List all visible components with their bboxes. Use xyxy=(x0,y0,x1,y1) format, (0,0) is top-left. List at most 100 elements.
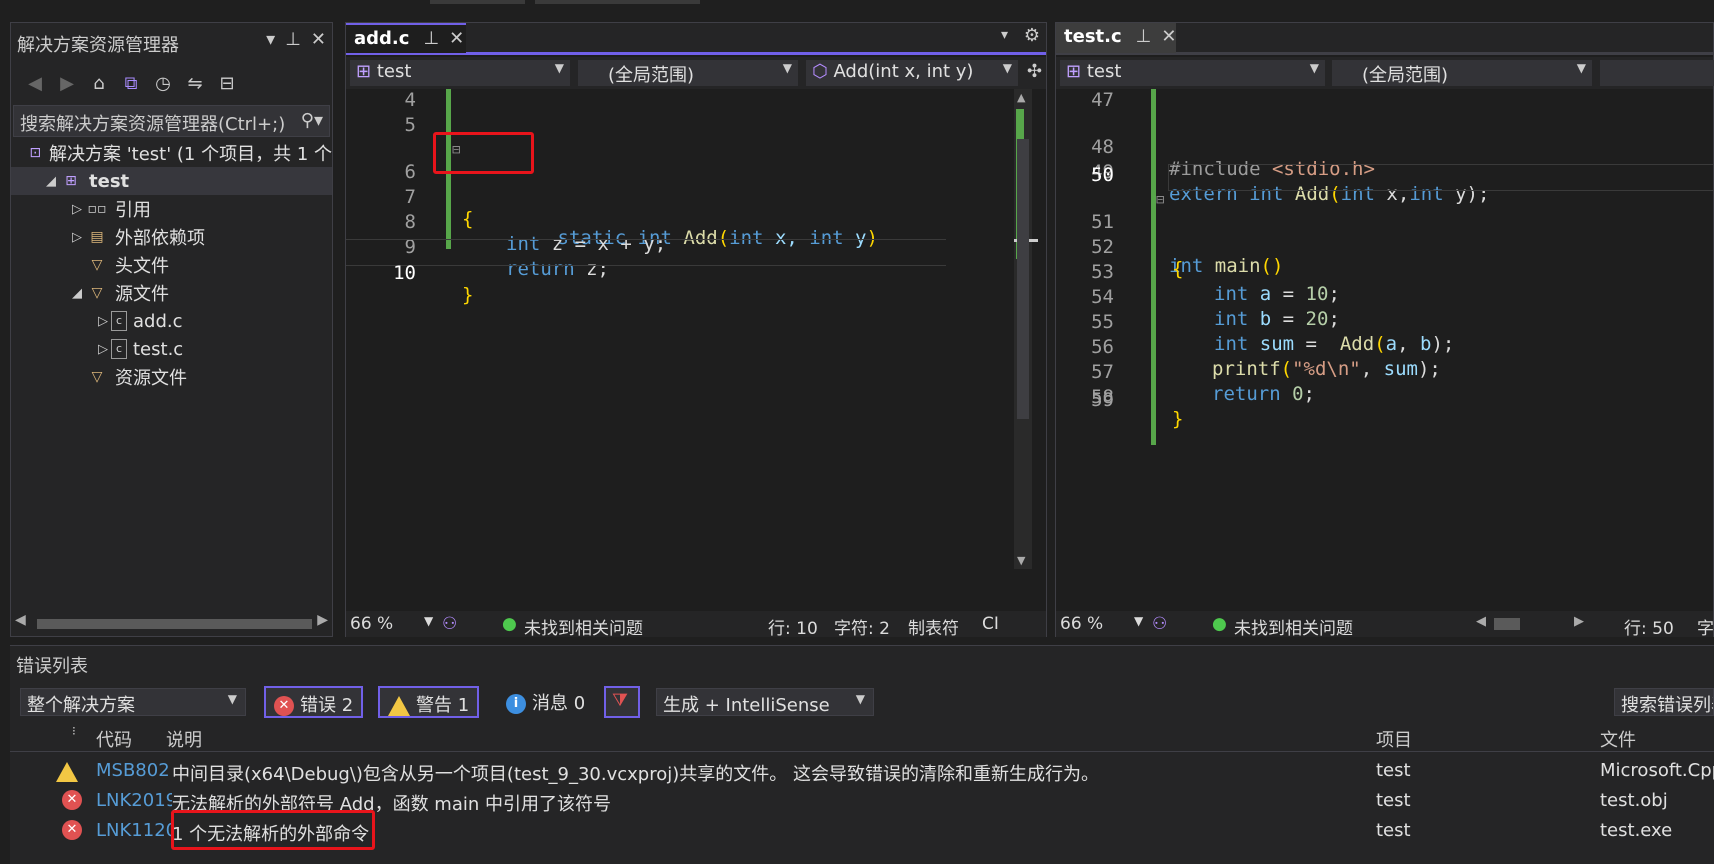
chevron-down-icon[interactable]: ▼ xyxy=(1134,614,1143,628)
back-icon[interactable]: ◀ xyxy=(23,73,47,94)
pin-icon[interactable]: ⊥ xyxy=(1136,26,1152,47)
collapsed-arrow-icon[interactable]: ▷ xyxy=(95,342,111,357)
error-icon: ✕ xyxy=(274,696,294,716)
pin-icon[interactable]: ⊥ xyxy=(423,28,439,49)
source-filter-dropdown[interactable]: 生成 + IntelliSense ▼ xyxy=(656,688,874,716)
expanded-arrow-icon[interactable]: ◢ xyxy=(43,174,59,189)
intellicode-icon[interactable]: ⚇ xyxy=(442,614,457,634)
tree-item[interactable]: ◢ ▽ 源文件 xyxy=(11,279,332,307)
column-header-code[interactable]: 代码 xyxy=(96,726,132,752)
warnings-filter-button[interactable]: 警告 1 xyxy=(378,686,480,718)
chevron-down-icon[interactable]: ▼ xyxy=(424,614,433,628)
messages-filter-button[interactable]: i 消息 0 xyxy=(498,686,593,718)
intellicode-icon[interactable]: ⚇ xyxy=(1152,614,1167,634)
column-options-icon[interactable]: ⁝ xyxy=(72,724,76,738)
scrollbar-thumb[interactable] xyxy=(1017,139,1029,419)
tree-item[interactable]: ▷ ▫▫ 引用 xyxy=(11,195,332,223)
error-code[interactable]: MSB802 xyxy=(96,760,172,781)
search-icon[interactable]: ⚲▾ xyxy=(301,110,323,131)
collapsed-arrow-icon[interactable]: ▷ xyxy=(69,202,85,217)
tree-item[interactable]: ▷ c add.c xyxy=(11,307,332,335)
error-code[interactable]: LNK2019 xyxy=(96,790,172,811)
vertical-scrollbar[interactable]: ▲ ▼ xyxy=(1014,89,1038,569)
tree-item[interactable]: ▽ 资源文件 xyxy=(11,363,332,391)
code-line: 48 #include <stdio.h> xyxy=(1056,114,1713,180)
scroll-left-icon[interactable]: ◀ xyxy=(1476,614,1486,629)
tree-item[interactable]: ⊡ 解决方案 'test' (1 个项目，共 1 个 xyxy=(11,139,332,167)
tab-list-dropdown-icon[interactable]: ▾ xyxy=(1001,27,1008,43)
solution-explorer-search-input[interactable]: 搜索解决方案资源管理器(Ctrl+;) ⚲▾ xyxy=(13,105,330,137)
pending-changes-filter-icon[interactable]: ◷ xyxy=(151,73,175,94)
solution-explorer-toolbar: ◀ ▶ ⌂ ⧉ ◷ ⇋ ⊟ xyxy=(11,63,332,103)
tree-item[interactable]: ▷ c test.c xyxy=(11,335,332,363)
project-dropdown[interactable]: ⊞ test ▼ xyxy=(350,60,570,86)
c-file-icon: c xyxy=(111,339,127,359)
warnings-count: 警告 1 xyxy=(416,695,470,716)
collapsed-arrow-icon[interactable]: ▷ xyxy=(69,230,85,245)
tree-item[interactable]: ▷ ▤ 外部依赖项 xyxy=(11,223,332,251)
pin-icon[interactable]: ⊥ xyxy=(285,29,301,50)
home-icon[interactable]: ⌂ xyxy=(87,73,111,94)
line-ending[interactable]: CI xyxy=(982,614,999,634)
errors-filter-button[interactable]: ✕ 错误 2 xyxy=(264,686,364,718)
collapsed-arrow-icon[interactable]: ▷ xyxy=(95,314,111,329)
scope-dropdown[interactable]: (全局范围) ▼ xyxy=(578,60,798,86)
close-icon[interactable]: ✕ xyxy=(449,28,464,49)
scroll-up-icon[interactable]: ▲ xyxy=(1017,91,1025,104)
member-dropdown[interactable] xyxy=(1600,60,1714,86)
sync-icon[interactable]: ⇋ xyxy=(183,73,207,94)
scroll-right-icon[interactable]: ▶ xyxy=(317,612,328,628)
horizontal-scrollbar[interactable]: ◀ ▶ xyxy=(13,612,330,632)
zoom-dropdown[interactable]: 66 % xyxy=(1060,614,1103,634)
close-icon[interactable]: ✕ xyxy=(311,29,326,50)
tree-item[interactable]: ▽ 头文件 xyxy=(11,251,332,279)
scrollbar-thumb[interactable] xyxy=(37,619,312,629)
error-list-search-input[interactable]: 搜索错误列表 xyxy=(1614,688,1714,716)
column-header-file[interactable]: 文件 xyxy=(1600,726,1636,752)
chevron-down-icon[interactable]: ▾ xyxy=(266,29,275,50)
member-dropdown-value: Add(int x, int y) xyxy=(833,61,974,82)
close-icon[interactable]: ✕ xyxy=(1161,26,1176,47)
scope-filter-dropdown[interactable]: 整个解决方案 ▼ xyxy=(20,688,246,716)
collapse-icon[interactable]: ⊟ xyxy=(1156,192,1164,208)
filter-icon[interactable]: ⧩ xyxy=(604,686,640,718)
member-dropdown[interactable]: ⬡ Add(int x, int y) ▼ xyxy=(806,60,1018,86)
solution-icon: ⊡ xyxy=(29,145,42,161)
tab-label: test.c xyxy=(1064,26,1122,47)
zoom-dropdown[interactable]: 66 % xyxy=(350,614,393,634)
tab-add-c[interactable]: add.c ⊥ ✕ xyxy=(346,23,466,53)
top-strip-segment xyxy=(535,0,700,4)
tabs-mode[interactable]: 制表符 xyxy=(908,614,959,639)
scroll-left-icon[interactable]: ◀ xyxy=(15,612,26,628)
line-number: 59 xyxy=(1091,389,1114,411)
tree-item-label: 头文件 xyxy=(115,256,169,277)
column-indicator: 字符: 2 xyxy=(834,619,890,639)
split-icon[interactable]: ✣ xyxy=(1027,61,1042,82)
external-deps-icon: ▤ xyxy=(90,229,104,245)
tab-test-c[interactable]: test.c ⊥ ✕ xyxy=(1056,23,1176,53)
code-editor[interactable]: 47 48 #include <stdio.h> 49 extern int A… xyxy=(1056,89,1713,609)
warning-icon xyxy=(388,696,410,716)
error-code[interactable]: LNK1120 xyxy=(96,820,172,841)
collapse-all-icon[interactable]: ⊟ xyxy=(215,73,239,94)
scrollbar-thumb[interactable] xyxy=(1494,618,1520,630)
error-project: test xyxy=(1376,790,1411,811)
column-header-project[interactable]: 项目 xyxy=(1376,726,1412,752)
gear-icon[interactable]: ⚙ xyxy=(1024,25,1040,46)
forward-icon[interactable]: ▶ xyxy=(55,73,79,94)
tab-label: add.c xyxy=(354,28,410,49)
column-header-description[interactable]: 说明 xyxy=(166,726,202,752)
project-dropdown[interactable]: ⊞ test ▼ xyxy=(1060,60,1325,86)
top-strip xyxy=(0,0,1714,22)
expanded-arrow-icon[interactable]: ◢ xyxy=(69,286,85,301)
issues-status: 未找到相关问题 xyxy=(524,619,643,639)
error-row[interactable]: MSB802 中间目录(x64\Debug\)包含从另一个项目(test_9_30… xyxy=(10,758,1714,786)
scroll-right-icon[interactable]: ▶ xyxy=(1574,614,1584,629)
scroll-down-icon[interactable]: ▼ xyxy=(1017,554,1025,567)
switch-views-icon[interactable]: ⧉ xyxy=(119,73,143,94)
tree-item[interactable]: ◢ ⊞ test xyxy=(11,167,332,195)
scope-dropdown[interactable]: (全局范围) ▼ xyxy=(1332,60,1592,86)
brace: } xyxy=(462,284,474,306)
editor-pane-test-c: test.c ⊥ ✕ ⊞ test ▼ (全局范围) ▼ 47 48 #include … xyxy=(1055,22,1714,639)
line-number: 4 xyxy=(404,89,416,111)
